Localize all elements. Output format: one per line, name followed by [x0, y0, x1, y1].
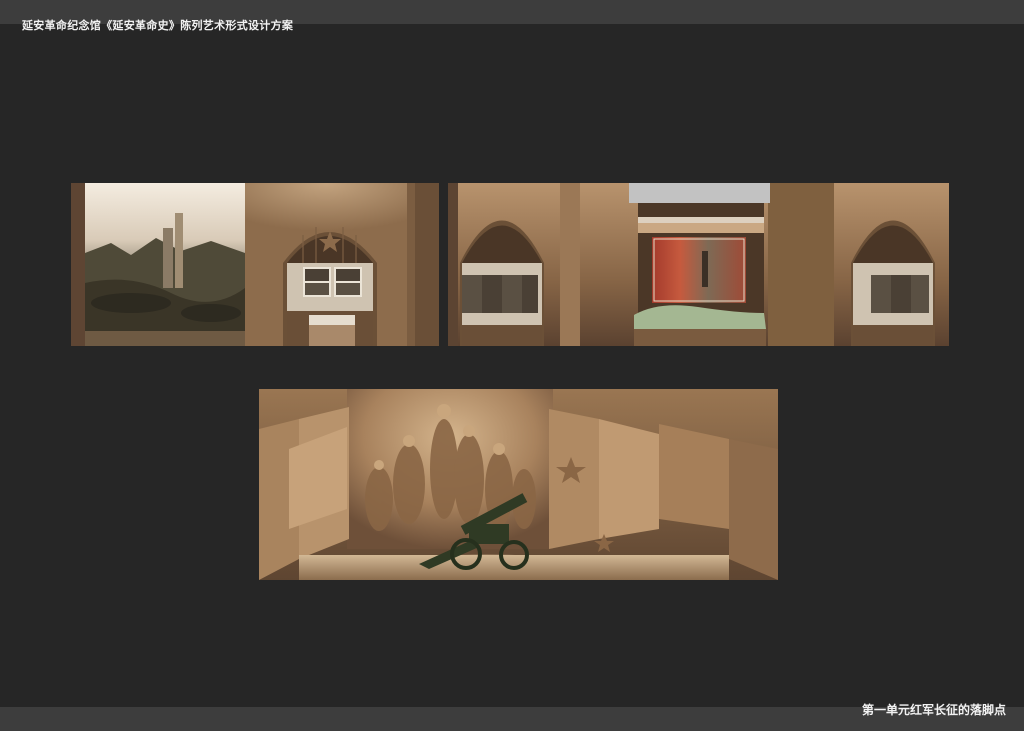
rendering-relief-sculpture: [259, 389, 778, 580]
rendering-center-wall: [448, 183, 949, 346]
footer-caption: 第一单元红军长征的落脚点: [861, 703, 1006, 717]
rendering-left-hall: [71, 183, 439, 346]
page-title: 延安革命纪念馆《延安革命史》陈列艺术形式设计方案: [22, 19, 294, 32]
